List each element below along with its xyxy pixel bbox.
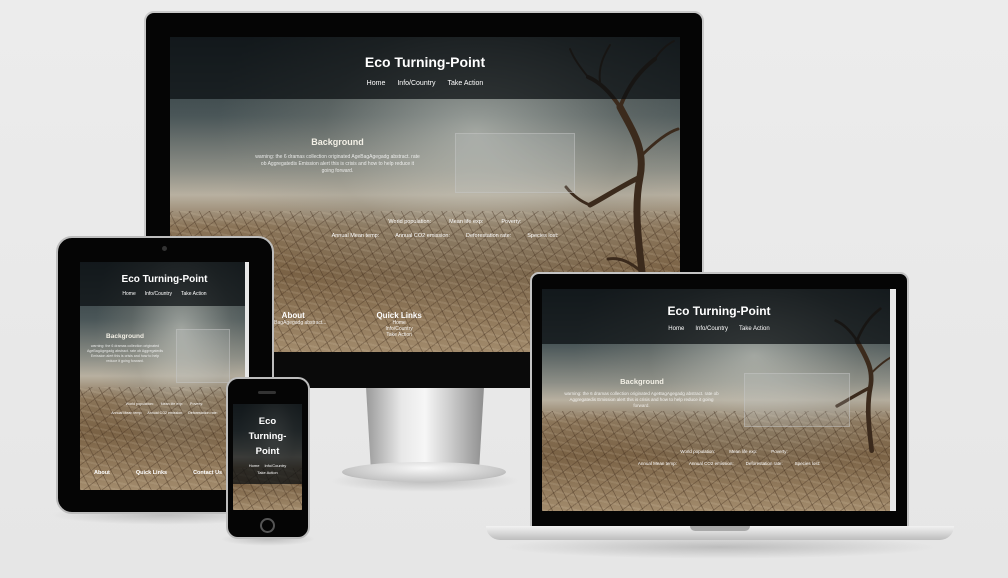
footer-about-title: About [94, 470, 110, 476]
background-text: warning: the 6 dramas collection origina… [255, 154, 420, 174]
main-nav: Home Info/Country Take Action [542, 326, 896, 332]
site-title[interactable]: Eco Turning- Point [233, 404, 302, 459]
footer-quick-links-title: Quick Links [135, 470, 168, 476]
stat-species: Species lost: [527, 233, 559, 239]
stat-mean-temp: Annual Mean temp: [637, 461, 677, 466]
stat-life-exp: Mean life exp: [160, 402, 184, 406]
nav-take-action[interactable]: Take Action [739, 326, 770, 332]
site-title-line-2: Turning- [248, 431, 287, 442]
footer-quick-links: Quick Links Home Info/Country Take Actio… [376, 311, 421, 338]
site-header: Eco Turning-Point Home Info/Country Take… [542, 289, 896, 344]
site-title[interactable]: Eco Turning-Point [170, 37, 680, 70]
nav-take-action[interactable]: Take Action [181, 291, 207, 297]
background-text: warning: the 6 dramas collection origina… [86, 344, 164, 363]
stat-poverty: Poverty: [501, 219, 522, 225]
footer-about: About [94, 470, 110, 476]
tablet-camera-icon [162, 246, 167, 251]
footer-quick-links: Quick Links [136, 470, 167, 476]
nav-info-country[interactable]: Info/Country [145, 291, 172, 297]
site-title[interactable]: Eco Turning-Point [542, 289, 896, 318]
site-header: Eco Turning- Point Home Info/Country Tak… [233, 404, 302, 484]
background-text: warning: the 6 dramas collection origina… [564, 391, 719, 409]
main-nav-row-2: Take Action [233, 470, 302, 475]
nav-take-action[interactable]: Take Action [448, 80, 484, 87]
stat-deforestation: Deforestation rate: [188, 411, 218, 415]
site-header: Eco Turning-Point Home Info/Country Take… [80, 262, 249, 306]
main-nav: Home Info/Country [233, 463, 302, 468]
stat-life-exp: Mean life exp: [729, 449, 758, 454]
phone-home-button-icon[interactable] [260, 518, 275, 533]
stat-co2: Annual CO2 emission: [395, 233, 450, 239]
stat-mean-temp: Annual Mean temp: [111, 411, 143, 415]
nav-home[interactable]: Home [249, 463, 260, 468]
stats-row-1: World population: Mean life exp: Poverty… [542, 449, 896, 454]
stat-life-exp: Mean life exp: [449, 219, 484, 225]
site-header: Eco Turning-Point Home Info/Country Take… [170, 37, 680, 99]
nav-take-action[interactable]: Take Action [257, 470, 277, 475]
footer-link-action[interactable]: Take Action [376, 332, 421, 338]
background-image [455, 133, 575, 193]
stat-mean-temp: Annual Mean temp: [331, 233, 380, 239]
tablet-screen: Eco Turning-Point Home Info/Country Take… [80, 262, 249, 490]
stat-co2: Annual CO2 emission: [147, 411, 184, 415]
main-nav: Home Info/Country Take Action [170, 80, 680, 87]
background-image [176, 329, 230, 383]
background-heading: Background [106, 333, 144, 340]
site-title-line-3: Point [255, 446, 280, 457]
background-image [744, 373, 850, 427]
stat-species: Species lost: [794, 461, 821, 466]
laptop-notch [690, 526, 750, 531]
nav-home[interactable]: Home [367, 80, 386, 87]
phone-screen: Eco Turning- Point Home Info/Country Tak… [233, 404, 302, 510]
stats-row-1: World population: Mean life exp: Poverty… [170, 219, 680, 225]
stat-world-population: World population: [680, 449, 716, 454]
footer-contact-title: Contact Us [193, 470, 223, 476]
monitor-stand-base [342, 462, 506, 482]
site-title[interactable]: Eco Turning-Point [80, 262, 249, 285]
footer-quick-links-title: Quick Links [376, 311, 422, 320]
stats-row-1: World population: Mean life exp: Poverty… [80, 402, 249, 406]
laptop-screen: Eco Turning-Point Home Info/Country Take… [542, 289, 896, 511]
monitor-stand [366, 387, 484, 467]
background-heading: Background [620, 377, 664, 386]
phone-speaker-icon [258, 391, 276, 394]
nav-home[interactable]: Home [668, 326, 684, 332]
stats-row-2: Annual Mean temp: Annual CO2 emission: D… [542, 461, 896, 466]
nav-info-country[interactable]: Info/Country [264, 463, 286, 468]
main-nav: Home Info/Country Take Action [80, 291, 249, 297]
nav-home[interactable]: Home [122, 291, 135, 297]
stat-deforestation: Deforestation rate: [745, 461, 783, 466]
stat-co2: Annual CO2 emission: [688, 461, 734, 466]
stat-poverty: Poverty: [190, 402, 204, 406]
stat-poverty: Poverty: [771, 449, 788, 454]
stat-deforestation: Deforestation rate: [466, 233, 512, 239]
background-heading: Background [311, 137, 364, 147]
scrollbar[interactable] [890, 289, 896, 511]
nav-info-country[interactable]: Info/Country [695, 326, 728, 332]
stats-row-2: Annual Mean temp: Annual CO2 emission: D… [80, 411, 249, 415]
stat-world-population: World population: [388, 219, 432, 225]
stat-world-population: World population: [125, 402, 154, 406]
site-title-line-1: Eco [258, 416, 277, 427]
nav-info-country[interactable]: Info/Country [397, 80, 435, 87]
footer-contact: Contact Us [193, 470, 222, 476]
